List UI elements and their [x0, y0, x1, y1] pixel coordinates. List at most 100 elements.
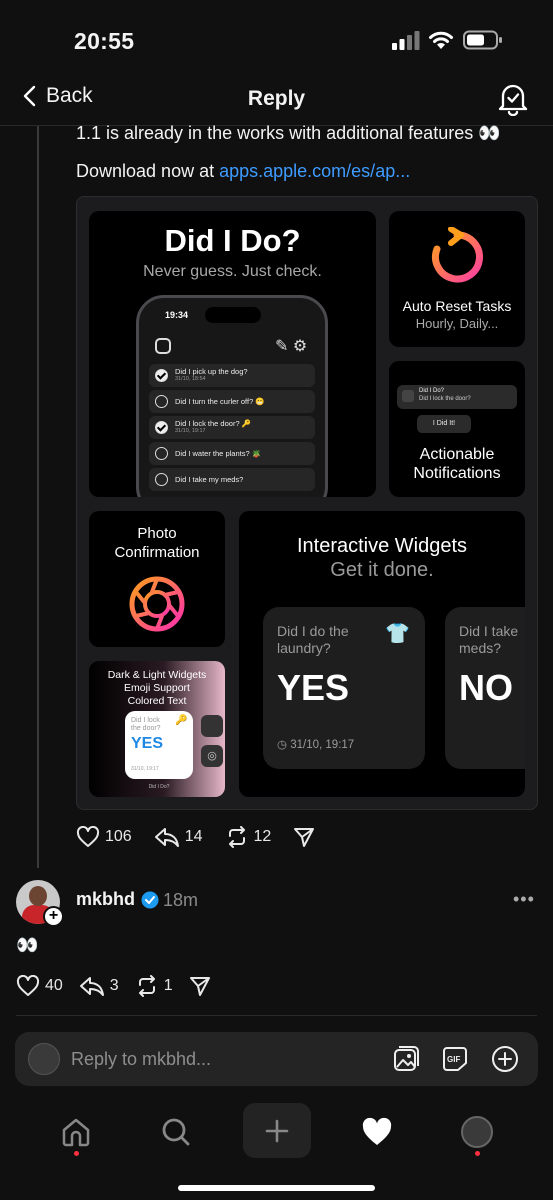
widget-question-line2: meds? [459, 640, 502, 656]
repost-button[interactable]: 1 [135, 975, 173, 997]
post-text-line2: Download now at apps.apple.com/es/ap... [76, 160, 410, 182]
mini-question-line2: the door? [131, 725, 161, 732]
mini-question-line1: Did I lock [131, 717, 160, 724]
gif-icon[interactable]: GIF [441, 1045, 469, 1073]
widget-date-text: 31/10, 19:17 [290, 739, 355, 751]
dynamic-island [205, 307, 261, 323]
phone-task-text: Did I turn the curler off? 😬 [175, 397, 265, 406]
back-button[interactable]: Back [22, 84, 93, 108]
auto-reset-subtitle: Hourly, Daily... [415, 316, 499, 331]
share-button[interactable] [189, 975, 211, 997]
checked-circle-icon [155, 421, 168, 434]
mini-footer: Did I Do? [148, 784, 170, 790]
reply-count: 3 [109, 977, 119, 994]
tab-activity[interactable] [342, 1104, 412, 1160]
app-logo-icon [155, 338, 171, 354]
phone-task-row: Did I lock the door? 🔑 31/10, 19:17 [149, 416, 315, 439]
svg-text:GIF: GIF [447, 1055, 460, 1064]
reply-text: 👀 [16, 935, 39, 955]
mini-date: 31/10, 19:17 [131, 766, 159, 772]
battery-icon [463, 30, 502, 50]
reply-input[interactable] [71, 1044, 371, 1074]
like-button[interactable]: 40 [16, 975, 63, 997]
auto-reset-title: Auto Reset Tasks [402, 298, 512, 314]
cellular-signal-icon [392, 31, 420, 50]
tile-dark-light: Dark & Light Widgets Emoji Support Color… [89, 661, 225, 797]
widget-card-laundry: Did I do the laundry? 👕 YES ◷ 31/10, 19:… [263, 607, 425, 769]
search-icon [162, 1118, 190, 1146]
tile-main: Did I Do? Never guess. Just check. 19:34… [89, 211, 376, 497]
home-notification-dot [74, 1151, 79, 1156]
image-gallery-icon[interactable] [392, 1045, 420, 1073]
post-image[interactable]: Did I Do? Never guess. Just check. 19:34… [76, 196, 538, 810]
widget-question-line1: Did I take [459, 623, 519, 639]
phone-task-row: Did I pick up the dog? 31/10, 18:54 [149, 364, 315, 387]
reply-count: 14 [184, 828, 203, 845]
like-count: 106 [105, 828, 132, 845]
repost-icon [228, 826, 245, 848]
app-title: Did I Do? [164, 223, 301, 258]
app-tagline: Never guess. Just check. [143, 263, 322, 280]
back-label: Back [46, 84, 93, 107]
repost-count: 1 [163, 977, 173, 994]
shirt-emoji-icon: 👕 [385, 623, 410, 645]
phone-task-text: Did I lock the door? 🔑 [175, 419, 252, 428]
verified-badge-icon [141, 891, 159, 909]
widget-answer: NO [459, 667, 513, 708]
tile-widgets: Interactive Widgets Get it done. Did I d… [239, 511, 525, 797]
post-text-prefix: Download now at [76, 161, 220, 181]
dark-light-line3: Colored Text [127, 695, 187, 707]
follow-plus-icon[interactable]: + [43, 906, 64, 927]
nav-bar: Back Reply [0, 74, 553, 126]
tile-notifications: Did I Do? Did I lock the door? I Did It!… [389, 361, 525, 497]
banner-title: Did I Do? [419, 388, 445, 394]
mini-answer: YES [131, 735, 164, 752]
empty-circle-icon [155, 473, 168, 486]
checked-circle-icon [155, 369, 168, 382]
profile-notification-dot [475, 1151, 480, 1156]
widgets-subtitle: Get it done. [330, 559, 434, 581]
widget-card-meds: Did I take meds? NO [445, 607, 525, 769]
notification-banner: Did I Do? Did I lock the door? [397, 385, 517, 409]
send-icon [294, 828, 315, 847]
like-button[interactable]: 106 [76, 826, 132, 848]
empty-circle-icon [155, 447, 168, 460]
heart-filled-icon [362, 1117, 392, 1145]
tile-photo: Photo Confirmation [89, 511, 225, 647]
reply-button[interactable]: 3 [79, 975, 119, 997]
share-button[interactable] [293, 826, 315, 848]
add-circle-icon[interactable] [491, 1045, 519, 1073]
phone-task-row: Did I take my meds? [149, 468, 315, 491]
profile-avatar-icon [461, 1116, 493, 1148]
reply-button[interactable]: 14 [154, 826, 203, 848]
key-emoji-icon: 🔑 [175, 715, 188, 726]
more-options-icon[interactable]: ••• [513, 889, 535, 910]
tab-search[interactable] [141, 1104, 211, 1160]
notifications-title-line1: Actionable [419, 446, 495, 463]
composer-avatar [28, 1043, 60, 1075]
bell-check-icon[interactable] [497, 82, 529, 116]
like-count: 40 [45, 977, 63, 994]
widgets-title: Interactive Widgets [296, 535, 468, 557]
widget-answer: YES [277, 667, 350, 708]
repost-button[interactable]: 12 [225, 826, 271, 848]
phone-task-row: Did I turn the curler off? 😬 [149, 390, 315, 413]
reply-time: 18m [163, 890, 199, 910]
mini-widget: Did I lock the door? 🔑 YES 31/10, 19:17 [125, 711, 193, 779]
phone-time: 19:34 [165, 310, 189, 320]
photo-title-line2: Confirmation [114, 544, 200, 561]
new-post-button[interactable] [243, 1103, 311, 1158]
divider [16, 1015, 537, 1016]
phone-task-text: Did I take my meds? [175, 475, 244, 484]
reply-arrow-icon [154, 828, 179, 847]
widget-question: Did I do the laundry? [277, 623, 349, 657]
repost-icon [138, 975, 155, 997]
reply-arrow-icon [79, 977, 104, 996]
empty-circle-icon [155, 395, 168, 408]
widget-date: ◷ 31/10, 19:17 [277, 739, 355, 751]
notifications-title-line2: Notifications [413, 465, 501, 482]
reply-username[interactable]: mkbhd [76, 889, 135, 910]
chevron-left-icon [23, 85, 36, 107]
phone-task-date: 31/10, 18:54 [175, 376, 206, 382]
post-link[interactable]: apps.apple.com/es/ap... [219, 161, 410, 181]
